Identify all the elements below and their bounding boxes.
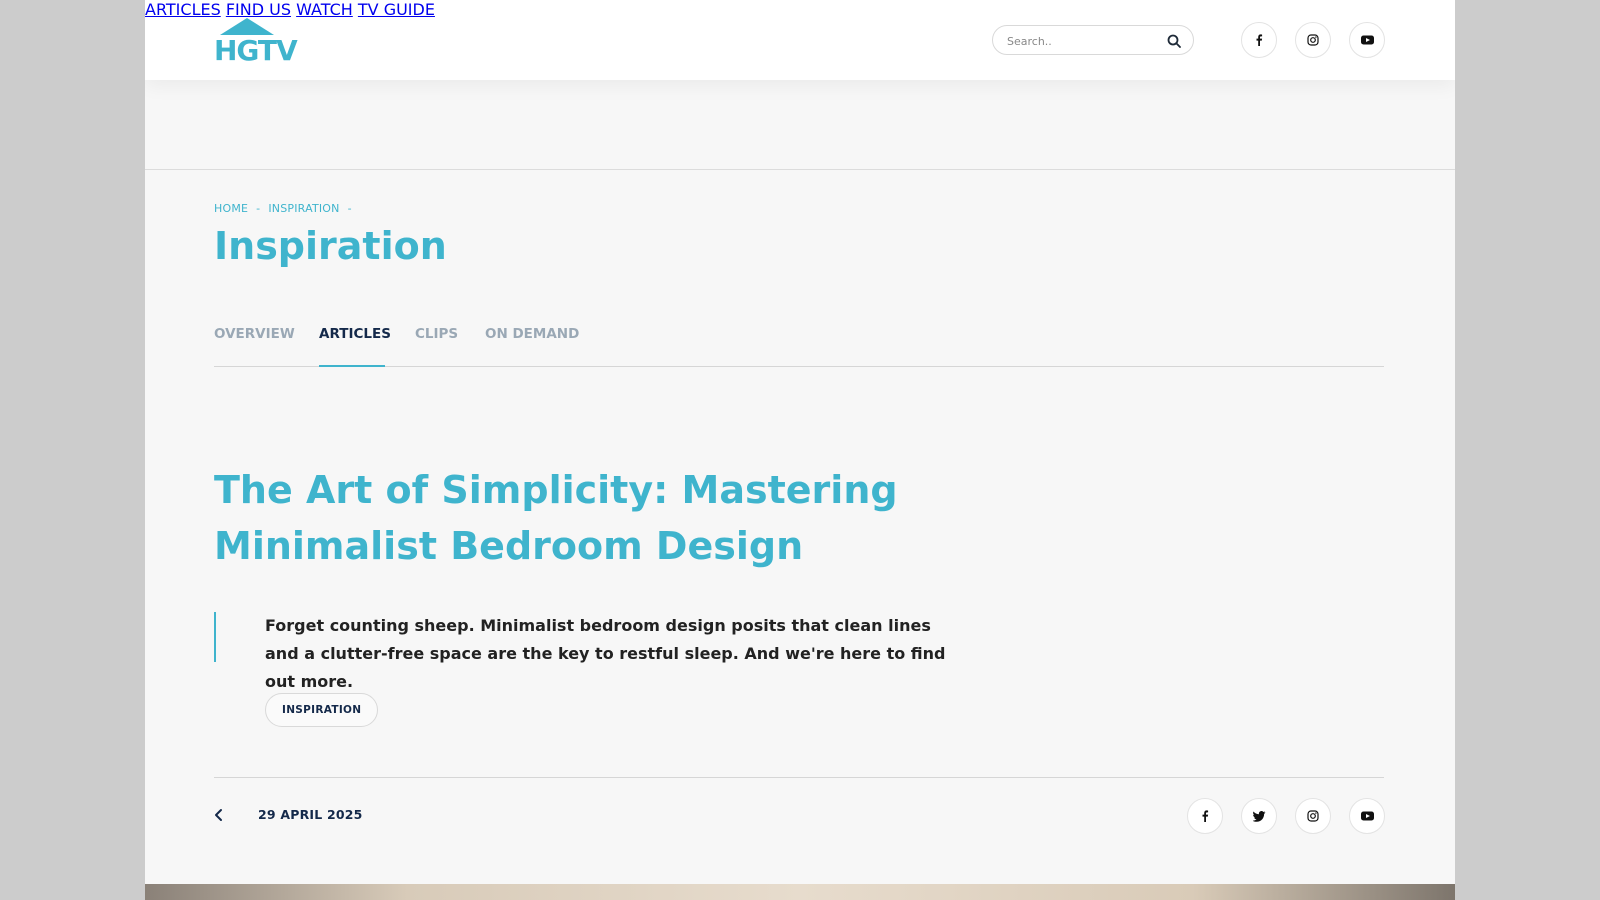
breadcrumb-inspiration[interactable]: INSPIRATION bbox=[268, 202, 339, 215]
header-instagram-button[interactable] bbox=[1295, 22, 1331, 58]
share-youtube-button[interactable] bbox=[1349, 798, 1385, 834]
breadcrumb-home[interactable]: HOME bbox=[214, 202, 248, 215]
chevron-left-icon bbox=[213, 808, 225, 827]
breadcrumb: HOME - INSPIRATION - bbox=[214, 202, 360, 215]
youtube-icon bbox=[1360, 35, 1374, 45]
header-youtube-button[interactable] bbox=[1349, 22, 1385, 58]
nav-find-us[interactable]: FIND US bbox=[226, 0, 291, 19]
header-divider bbox=[145, 169, 1455, 170]
hero-image bbox=[145, 884, 1455, 900]
site-header: HGTV ARTICLES FIND US WATCH TV GUIDE bbox=[145, 0, 1455, 80]
facebook-icon bbox=[1199, 810, 1211, 822]
search-box bbox=[992, 25, 1194, 55]
facebook-icon bbox=[1253, 34, 1265, 46]
tab-articles[interactable]: ARTICLES bbox=[319, 326, 391, 342]
search-input[interactable] bbox=[1007, 32, 1157, 50]
category-tag[interactable]: INSPIRATION bbox=[265, 693, 379, 727]
nav-tv-guide[interactable]: TV GUIDE bbox=[358, 0, 435, 19]
active-tab-indicator bbox=[319, 365, 385, 367]
share-facebook-button[interactable] bbox=[1187, 798, 1223, 834]
back-button[interactable] bbox=[213, 807, 225, 823]
page-title: Inspiration bbox=[214, 224, 447, 268]
nav-articles[interactable]: ARTICLES bbox=[145, 0, 221, 19]
tab-overview[interactable]: OVERVIEW bbox=[214, 326, 295, 342]
lead-accent-bar bbox=[214, 612, 216, 662]
breadcrumb-separator: - bbox=[347, 202, 352, 215]
hgtv-logo[interactable]: HGTV bbox=[214, 18, 300, 62]
search-icon[interactable] bbox=[1167, 33, 1181, 48]
tab-on-demand[interactable]: ON DEMAND bbox=[485, 326, 579, 342]
header-facebook-button[interactable] bbox=[1241, 22, 1277, 58]
article-title: The Art of Simplicity: Mastering Minimal… bbox=[214, 468, 898, 568]
nav-watch[interactable]: WATCH bbox=[296, 0, 353, 19]
tab-clips[interactable]: CLIPS bbox=[415, 326, 458, 342]
section-tabs: OVERVIEW ARTICLES CLIPS ON DEMAND bbox=[214, 322, 1384, 367]
article-lead: Forget counting sheep. Minimalist bedroo… bbox=[265, 616, 946, 691]
youtube-icon bbox=[1360, 811, 1374, 821]
tabs-divider bbox=[214, 366, 1384, 367]
instagram-icon bbox=[1307, 810, 1319, 822]
share-instagram-button[interactable] bbox=[1295, 798, 1331, 834]
page: HGTV ARTICLES FIND US WATCH TV GUIDE HOM… bbox=[145, 0, 1455, 900]
logo-text: HGTV bbox=[214, 34, 298, 62]
twitter-icon bbox=[1252, 810, 1266, 822]
publish-date: 29 APRIL 2025 bbox=[258, 807, 363, 822]
breadcrumb-separator: - bbox=[256, 202, 261, 215]
share-twitter-button[interactable] bbox=[1241, 798, 1277, 834]
meta-divider bbox=[214, 777, 1384, 778]
instagram-icon bbox=[1307, 34, 1319, 46]
